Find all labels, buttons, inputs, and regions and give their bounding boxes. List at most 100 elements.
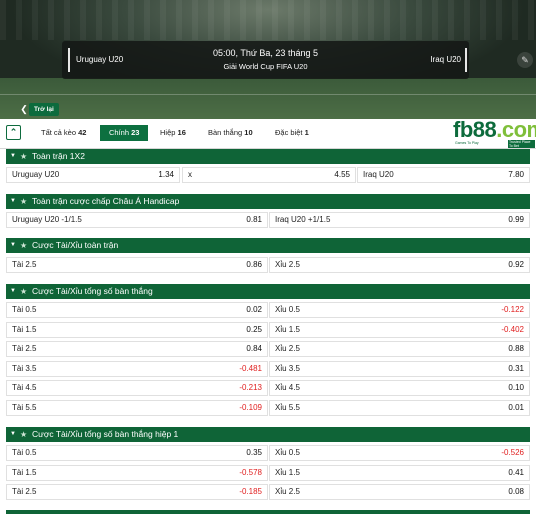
match-card: Uruguay U20 05:00, Thứ Ba, 23 tháng 5 Gi… — [62, 41, 469, 79]
star-icon[interactable]: ★ — [20, 149, 27, 164]
stadium-lights — [0, 0, 536, 40]
bet-label: Tài 3.5 — [12, 363, 37, 373]
bet-label: Uruguay U20 -1/1.5 — [12, 215, 82, 224]
tab-goals[interactable]: Bàn thắng 10 — [208, 125, 253, 141]
bet-line: 4.5 — [25, 383, 37, 392]
odds-cell[interactable]: x 4.55 — [182, 167, 356, 183]
bet-line: 3.5 — [25, 363, 37, 373]
odds-cell[interactable]: Xỉu 5.5 0.01 — [269, 399, 530, 416]
bet-label: Xỉu 2.5 — [275, 260, 300, 269]
bet-label: Xỉu 2.5 — [275, 344, 300, 353]
odds-cell[interactable]: Tài 1.5 -0.578 — [6, 464, 268, 481]
bet-line: 1.5 — [25, 467, 37, 477]
bet-label: Xỉu 1.5 — [275, 324, 300, 334]
tab-count: 23 — [131, 128, 140, 137]
match-hero-banner: Uruguay U20 05:00, Thứ Ba, 23 tháng 5 Gi… — [0, 0, 536, 119]
tab-count: 10 — [244, 128, 253, 137]
logo-tagline: Games To Play — [455, 141, 479, 145]
tab-half[interactable]: Hiệp 16 — [160, 125, 186, 141]
odds-cell[interactable]: Tài 5.5 -0.109 — [6, 399, 268, 416]
bet-line: 2.5 — [288, 344, 300, 353]
odds-cell[interactable]: Xỉu 0.5 -0.526 — [269, 445, 530, 461]
odds-value: 0.01 — [508, 402, 524, 412]
match-datetime: 05:00, Thứ Ba, 23 tháng 5 — [213, 48, 318, 58]
star-icon[interactable]: ★ — [20, 238, 27, 253]
back-button[interactable]: ❮ Trở lại — [19, 103, 59, 116]
odds-value: 4.55 — [334, 170, 350, 179]
bet-label: Xỉu 3.5 — [275, 363, 300, 373]
star-icon[interactable]: ★ — [20, 427, 27, 442]
logo-text: fb88 — [453, 117, 497, 142]
odds-cell[interactable]: Xỉu 4.5 0.10 — [269, 380, 530, 396]
odds-value: 1.34 — [158, 170, 174, 179]
odds-cell[interactable]: Tài 2.5 -0.185 — [6, 484, 268, 500]
pin-icon[interactable]: ✎ — [517, 52, 533, 68]
tab-main[interactable]: Chính 23 — [100, 125, 149, 141]
collapse-all-icon[interactable]: ⌃ — [6, 125, 21, 140]
section-header[interactable]: ▼ ★ Toàn trận 1X2 — [6, 149, 530, 164]
odds-cell[interactable]: Uruguay U20 -1/1.5 0.81 — [6, 212, 268, 228]
caret-down-icon: ▼ — [10, 431, 16, 437]
tab-special[interactable]: Đặc biệt 1 — [275, 125, 309, 141]
caret-down-icon: ▼ — [10, 153, 16, 159]
tab-label: Tất cả kèo — [41, 128, 77, 137]
caret-down-icon: ▼ — [10, 242, 16, 248]
section-title: Toàn trận 1X2 — [32, 151, 85, 161]
caret-down-icon: ▼ — [10, 288, 16, 294]
bet-line: 0.5 — [288, 305, 300, 314]
odds-cell[interactable]: Xỉu 2.5 0.92 — [269, 257, 530, 273]
odds-cell[interactable]: Tài 4.5 -0.213 — [6, 380, 268, 396]
pitch-background — [0, 78, 536, 119]
star-icon[interactable]: ★ — [20, 284, 27, 299]
chevron-left-icon: ❮ — [20, 104, 28, 114]
odds-cell[interactable]: Xỉu 3.5 0.31 — [269, 360, 530, 377]
tab-count: 1 — [304, 128, 309, 137]
odds-value: 0.88 — [508, 344, 524, 353]
odds-cell[interactable]: Tài 2.5 0.84 — [6, 341, 268, 357]
odds-value: -0.481 — [239, 363, 262, 373]
tab-all[interactable]: Tất cả kèo 42 — [41, 125, 86, 141]
odds-cell[interactable]: Xỉu 1.5 -0.402 — [269, 321, 530, 338]
odds-cell[interactable]: Tài 3.5 -0.481 — [6, 360, 268, 377]
odds-cell[interactable]: Iraq U20 +1/1.5 0.99 — [269, 212, 530, 228]
away-team-name: Iraq U20 — [430, 55, 461, 64]
odds-cell[interactable]: Xỉu 1.5 0.41 — [269, 464, 530, 481]
tab-count: 16 — [177, 128, 186, 137]
tab-label: Chính — [109, 128, 130, 137]
bet-line: 5.5 — [288, 402, 300, 412]
bet-line: +1/1.5 — [307, 215, 331, 224]
odds-cell[interactable]: Tài 0.5 0.02 — [6, 302, 268, 318]
odds-cell[interactable]: Xỉu 2.5 0.08 — [269, 484, 530, 500]
bet-label: Xỉu 5.5 — [275, 402, 300, 412]
bet-line: 0.5 — [288, 448, 300, 457]
odds-value: 0.41 — [508, 467, 524, 477]
logo-domain: .com — [496, 117, 536, 142]
odds-cell[interactable]: Tài 1.5 0.25 — [6, 321, 268, 338]
odds-cell[interactable]: Iraq U20 7.80 — [357, 167, 530, 183]
odds-value: 0.84 — [246, 344, 262, 353]
odds-value: -0.526 — [501, 448, 524, 457]
bet-line: 1.5 — [288, 467, 300, 477]
odds-cell[interactable]: Tài 2.5 0.86 — [6, 257, 268, 273]
odds-cell[interactable]: Tài 0.5 0.35 — [6, 445, 268, 461]
section-header[interactable]: ▼ ★ Cược Tài/Xỉu tổng số bàn thắng hiệp 1 — [6, 427, 530, 442]
back-button-label: Trở lại — [29, 103, 59, 116]
bet-label: Iraq U20 +1/1.5 — [275, 215, 331, 224]
bet-label: Iraq U20 — [363, 170, 394, 179]
bet-label: Tài 0.5 — [12, 448, 37, 457]
section-header[interactable]: ▼ ★ Cược Tài/Xỉu tổng số bàn thắng — [6, 284, 530, 299]
odds-value: 0.81 — [246, 215, 262, 224]
odds-value: 0.02 — [246, 305, 262, 314]
bet-line: 2.5 — [25, 260, 37, 269]
bet-label: Xỉu 4.5 — [275, 383, 300, 392]
section-header[interactable]: ▼ ★ Toàn trận cược chấp Châu Á Handicap — [6, 194, 530, 209]
odds-value: -0.122 — [501, 305, 524, 314]
bet-line: 2.5 — [288, 260, 300, 269]
section-title: Toàn trận cược chấp Châu Á Handicap — [32, 196, 180, 206]
odds-cell[interactable]: Xỉu 0.5 -0.122 — [269, 302, 530, 318]
odds-cell[interactable]: Uruguay U20 1.34 — [6, 167, 180, 183]
odds-value: 0.92 — [508, 260, 524, 269]
section-header[interactable]: ▼ ★ Cược Tài/Xỉu toàn trận — [6, 238, 530, 253]
odds-cell[interactable]: Xỉu 2.5 0.88 — [269, 341, 530, 357]
star-icon[interactable]: ★ — [20, 194, 27, 209]
